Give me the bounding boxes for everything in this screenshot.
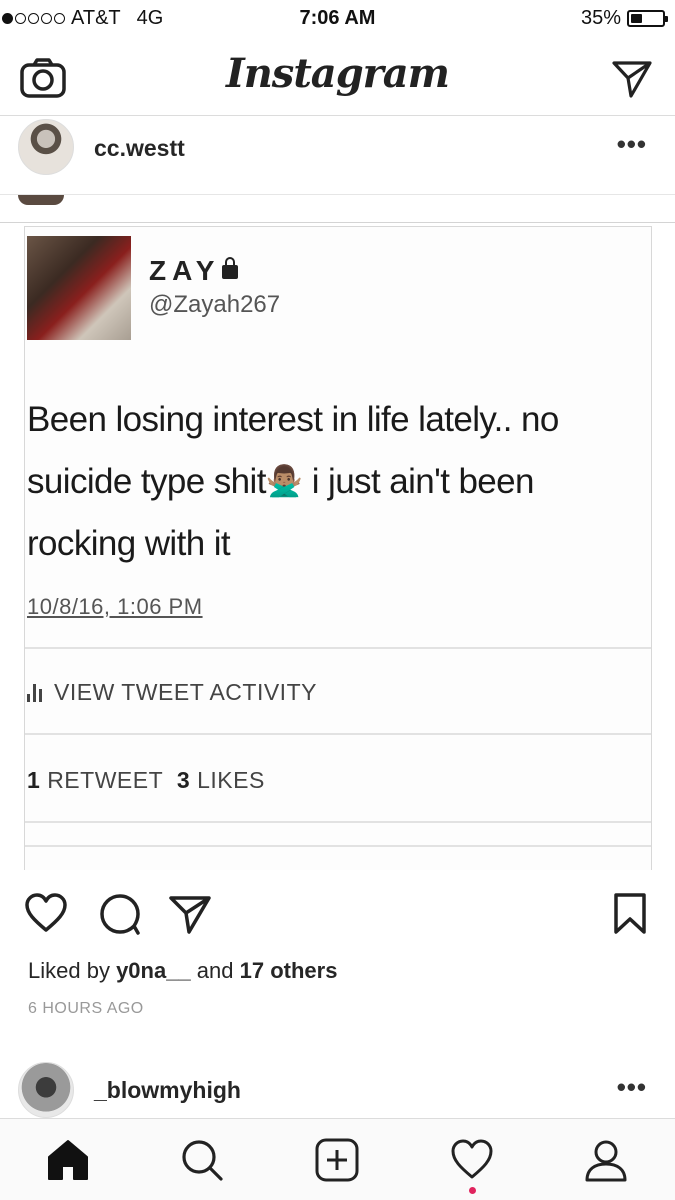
tweet-display-name: ZAY [149, 255, 239, 287]
person-gesturing-no-emoji: 🙅🏽‍♂️ [265, 465, 303, 498]
avatar[interactable] [18, 1062, 74, 1118]
cropped-avatar-fragment [18, 195, 64, 205]
add-post-icon[interactable] [314, 1137, 360, 1183]
share-icon[interactable] [168, 892, 212, 936]
tweet-text-line: rocking with it [27, 524, 231, 563]
divider [25, 647, 651, 649]
tweet-avatar [27, 236, 131, 340]
search-icon[interactable] [179, 1137, 225, 1183]
bookmark-icon[interactable] [612, 892, 648, 936]
tweet-text-line: suicide type shit🙅🏽‍♂️ i just ain't been [27, 451, 649, 513]
battery-percent: 35% [580, 7, 621, 29]
liked-by-prefix: Liked by [28, 958, 117, 983]
instagram-logo: Instagram [226, 50, 450, 97]
post-header: cc.westt ••• [0, 117, 675, 195]
notification-dot [469, 1187, 476, 1194]
heart-icon[interactable] [449, 1137, 495, 1183]
status-time: 7:06 AM [299, 7, 376, 29]
lock-icon [222, 257, 239, 279]
retweet-label: RETWEET [47, 767, 164, 793]
home-icon[interactable] [45, 1137, 91, 1183]
divider [25, 821, 651, 823]
tweet-text-fragment: i just ain't been [302, 462, 535, 501]
tweet-text-line: Been losing interest in life lately.. no [27, 400, 559, 439]
post-actions [0, 882, 675, 944]
paper-plane-icon[interactable] [611, 58, 653, 100]
app-header: Instagram [0, 40, 675, 116]
divider [25, 845, 651, 847]
more-options-icon[interactable]: ••• [617, 1072, 647, 1103]
heart-icon[interactable] [24, 892, 68, 936]
post-timestamp: 6 HOURS AGO [28, 1000, 144, 1017]
post-image[interactable]: ZAY @Zayah267 Been losing interest in li… [0, 195, 675, 870]
tweet-stats: 1 RETWEET 3 LIKES [27, 767, 265, 794]
liked-by-middle: and [190, 958, 240, 983]
liked-by-others[interactable]: 17 others [240, 958, 338, 983]
activity-label: VIEW TWEET ACTIVITY [54, 679, 317, 705]
post-username[interactable]: _blowmyhigh [94, 1077, 241, 1104]
tweet-handle: @Zayah267 [149, 291, 281, 318]
divider [0, 222, 675, 223]
tweet-activity: VIEW TWEET ACTIVITY [27, 679, 317, 706]
comment-icon[interactable] [98, 892, 142, 936]
tab-bar [0, 1118, 675, 1200]
bar-chart-icon [27, 683, 42, 702]
divider [25, 733, 651, 735]
profile-icon[interactable] [583, 1137, 629, 1183]
more-options-icon[interactable]: ••• [617, 129, 647, 160]
avatar[interactable] [18, 119, 74, 175]
likes-count: 3 [176, 767, 191, 793]
tweet-text: Been losing interest in life lately.. no… [27, 389, 649, 575]
next-post-header: _blowmyhigh ••• [0, 1060, 675, 1120]
post-username[interactable]: cc.westt [94, 135, 185, 162]
liked-by-user[interactable]: y0na__ [116, 958, 191, 983]
tweet-card: ZAY @Zayah267 Been losing interest in li… [24, 226, 652, 870]
status-right: 35% [580, 7, 668, 30]
tweet-date: 10/8/16, 1:06 PM [27, 594, 203, 619]
battery-icon [627, 10, 668, 27]
likes-label: LIKES [197, 767, 265, 793]
tweet-name-text: ZAY [149, 255, 221, 286]
tweet-text-fragment: suicide type shit [27, 462, 266, 501]
retweet-count: 1 [27, 767, 41, 793]
status-bar: AT&T 4G 7:06 AM 35% [0, 0, 675, 40]
liked-by-line: Liked by y0na__ and 17 others [28, 958, 337, 984]
